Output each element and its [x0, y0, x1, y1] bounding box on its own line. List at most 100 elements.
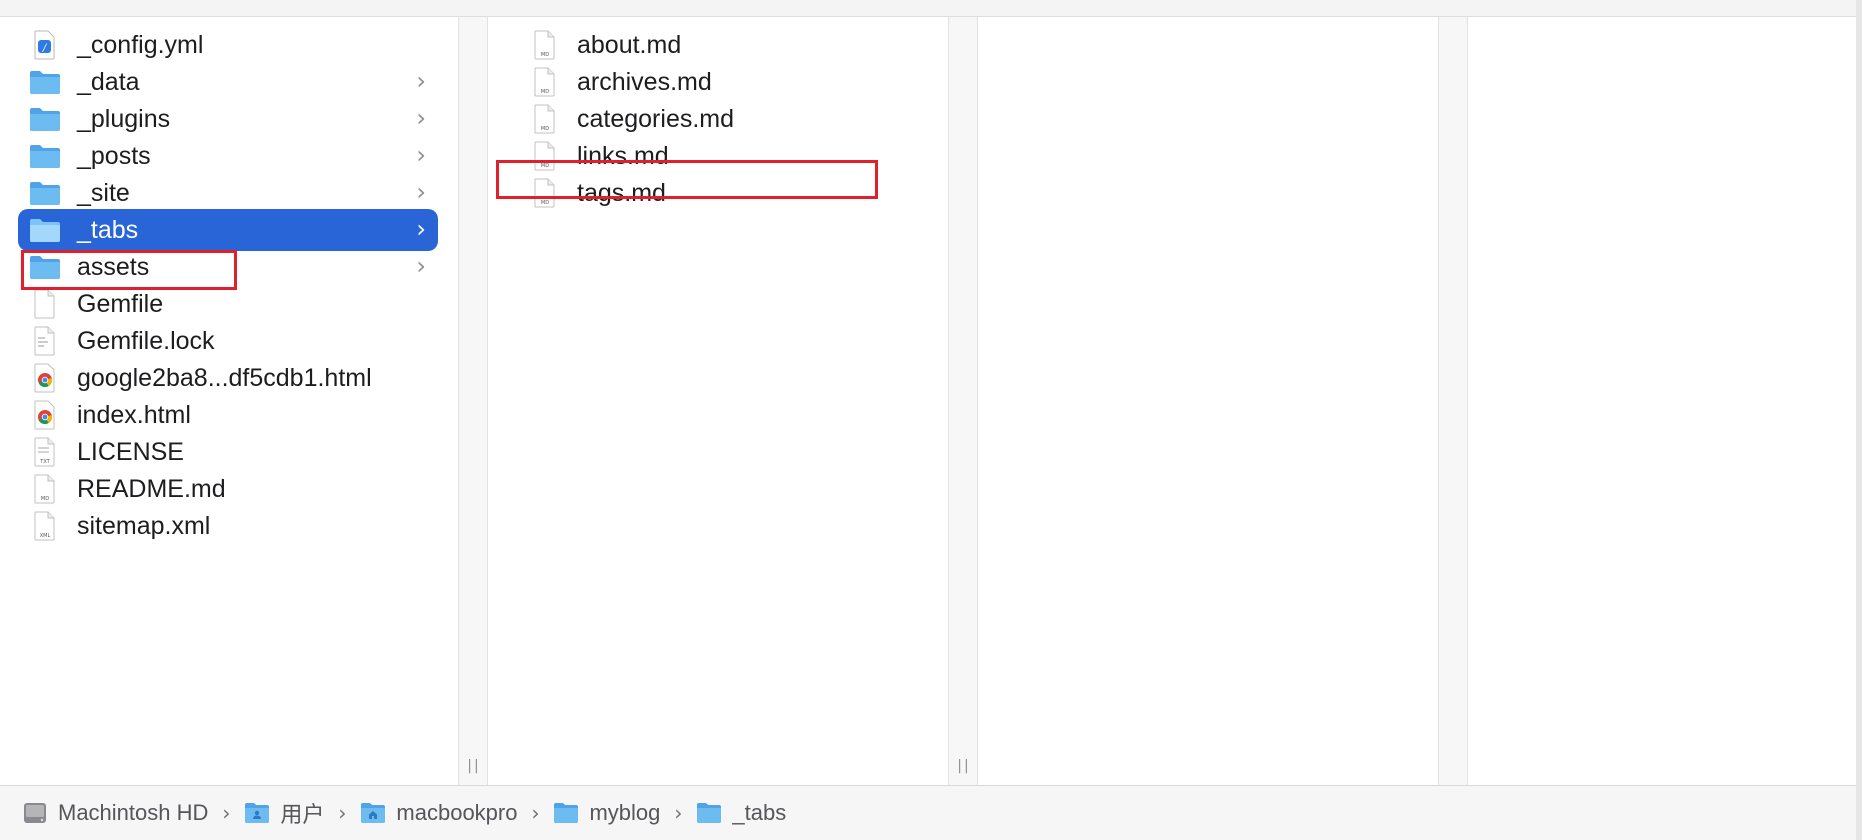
- resize-grip-icon: ||: [467, 758, 481, 774]
- folder-name: _plugins: [77, 104, 171, 133]
- svg-text:TXT: TXT: [39, 459, 50, 465]
- file-name: Gemfile: [77, 289, 164, 318]
- svg-text:MD: MD: [41, 496, 49, 502]
- file-name: index.html: [77, 400, 191, 429]
- folder-icon: [28, 98, 62, 140]
- folder-name: assets: [77, 252, 150, 281]
- path-crumb-label: 用户: [280, 802, 325, 827]
- folder-icon: [28, 172, 62, 214]
- folder-icon: [28, 209, 62, 251]
- path-crumb-myblog[interactable]: myblog: [553, 800, 660, 826]
- column-resizer[interactable]: ||: [948, 17, 978, 785]
- resize-grip-icon: ||: [957, 758, 971, 774]
- list-item[interactable]: _plugins ›: [18, 98, 438, 140]
- list-item[interactable]: MD links.md: [518, 135, 928, 177]
- svg-text:MD: MD: [541, 126, 549, 132]
- svg-text:MD: MD: [541, 200, 549, 206]
- file-name: sitemap.xml: [77, 511, 211, 540]
- list-item[interactable]: TXT LICENSE: [18, 431, 438, 473]
- list-item[interactable]: MD README.md: [18, 468, 438, 510]
- folder-icon: [28, 246, 62, 288]
- list-item[interactable]: MD tags.md: [518, 172, 928, 214]
- path-crumb-label: _tabs: [732, 800, 787, 825]
- list-item-selected[interactable]: _tabs ›: [18, 209, 438, 251]
- yml-file-icon: /: [28, 24, 62, 66]
- chevron-right-icon: ›: [416, 104, 426, 132]
- folder-name: _tabs: [77, 215, 139, 244]
- chevron-right-icon: ›: [416, 141, 426, 169]
- md-file-icon: MD: [528, 61, 562, 103]
- column-empty[interactable]: [978, 17, 1438, 785]
- blank-file-icon: [28, 283, 62, 325]
- md-file-icon: MD: [528, 172, 562, 214]
- folder-icon: [28, 61, 62, 103]
- svg-text:MD: MD: [541, 89, 549, 95]
- list-item[interactable]: Gemfile: [18, 283, 438, 325]
- path-separator-icon: ›: [531, 801, 540, 825]
- list-item[interactable]: Gemfile.lock: [18, 320, 438, 362]
- file-name: categories.md: [577, 104, 735, 133]
- list-item[interactable]: XML sitemap.xml: [18, 505, 438, 547]
- window-top-edge: [0, 0, 1862, 17]
- path-separator-icon: ›: [674, 801, 683, 825]
- file-name: LICENSE: [77, 437, 184, 466]
- list-item[interactable]: assets ›: [18, 246, 438, 288]
- path-crumb-label: myblog: [589, 800, 661, 825]
- folder-icon: [28, 135, 62, 177]
- md-file-icon: MD: [28, 468, 62, 510]
- folder-name: _posts: [77, 141, 151, 170]
- column-root[interactable]: / _config.yml _data › _plugins › _posts …: [0, 17, 458, 785]
- file-name: google2ba8...df5cdb1.html: [77, 363, 372, 392]
- path-crumb-users[interactable]: 用户: [244, 797, 324, 829]
- list-item[interactable]: _posts ›: [18, 135, 438, 177]
- folder-icon: [553, 802, 579, 824]
- column-resizer[interactable]: ||: [458, 17, 488, 785]
- path-separator-icon: ›: [222, 801, 231, 825]
- folder-icon: [696, 802, 722, 824]
- file-name: archives.md: [577, 67, 712, 96]
- list-item[interactable]: index.html: [18, 394, 438, 436]
- list-item[interactable]: MD categories.md: [518, 98, 928, 140]
- md-file-icon: MD: [528, 24, 562, 66]
- list-item[interactable]: MD archives.md: [518, 61, 928, 103]
- chevron-right-icon: ›: [416, 252, 426, 280]
- file-name: Gemfile.lock: [77, 326, 215, 355]
- chevron-right-icon: ›: [416, 67, 426, 95]
- column-browser: / _config.yml _data › _plugins › _posts …: [0, 17, 1856, 785]
- file-name: about.md: [577, 30, 682, 59]
- file-name: links.md: [577, 141, 669, 170]
- text-file-icon: [28, 320, 62, 362]
- path-crumb-label: Machintosh HD: [58, 800, 209, 825]
- md-file-icon: MD: [528, 135, 562, 177]
- file-name: _config.yml: [77, 30, 204, 59]
- column-resizer[interactable]: [1438, 17, 1468, 785]
- list-item[interactable]: _site ›: [18, 172, 438, 214]
- svg-text:MD: MD: [541, 52, 549, 58]
- folder-name: _site: [77, 178, 130, 207]
- column-empty[interactable]: [1468, 17, 1856, 785]
- list-item[interactable]: MD about.md: [518, 24, 928, 66]
- chrome-html-icon: [28, 394, 62, 436]
- list-item[interactable]: _data ›: [18, 61, 438, 103]
- file-name: tags.md: [577, 178, 666, 207]
- hard-drive-icon: [22, 800, 48, 826]
- users-folder-icon: [244, 802, 270, 824]
- chevron-right-icon: ›: [416, 178, 426, 206]
- window-right-edge: [1856, 0, 1862, 840]
- list-item[interactable]: / _config.yml: [18, 24, 438, 66]
- path-crumb-home[interactable]: macbookpro: [360, 800, 517, 826]
- path-bar: Machintosh HD › 用户 › macbookpro › myblog…: [0, 785, 1856, 840]
- chrome-html-icon: [28, 357, 62, 399]
- path-separator-icon: ›: [338, 801, 347, 825]
- column-tabs[interactable]: MD about.md MD archives.md MD categories…: [488, 17, 948, 785]
- svg-text:MD: MD: [541, 163, 549, 169]
- path-crumb-disk[interactable]: Machintosh HD: [22, 800, 208, 826]
- home-folder-icon: [360, 802, 386, 824]
- xml-file-icon: XML: [28, 505, 62, 547]
- list-item[interactable]: google2ba8...df5cdb1.html: [18, 357, 438, 399]
- path-crumb-label: macbookpro: [396, 800, 518, 825]
- svg-text:XML: XML: [40, 533, 51, 539]
- file-name: README.md: [77, 474, 226, 503]
- path-crumb-tabs[interactable]: _tabs: [696, 800, 786, 826]
- txt-file-icon: TXT: [28, 431, 62, 473]
